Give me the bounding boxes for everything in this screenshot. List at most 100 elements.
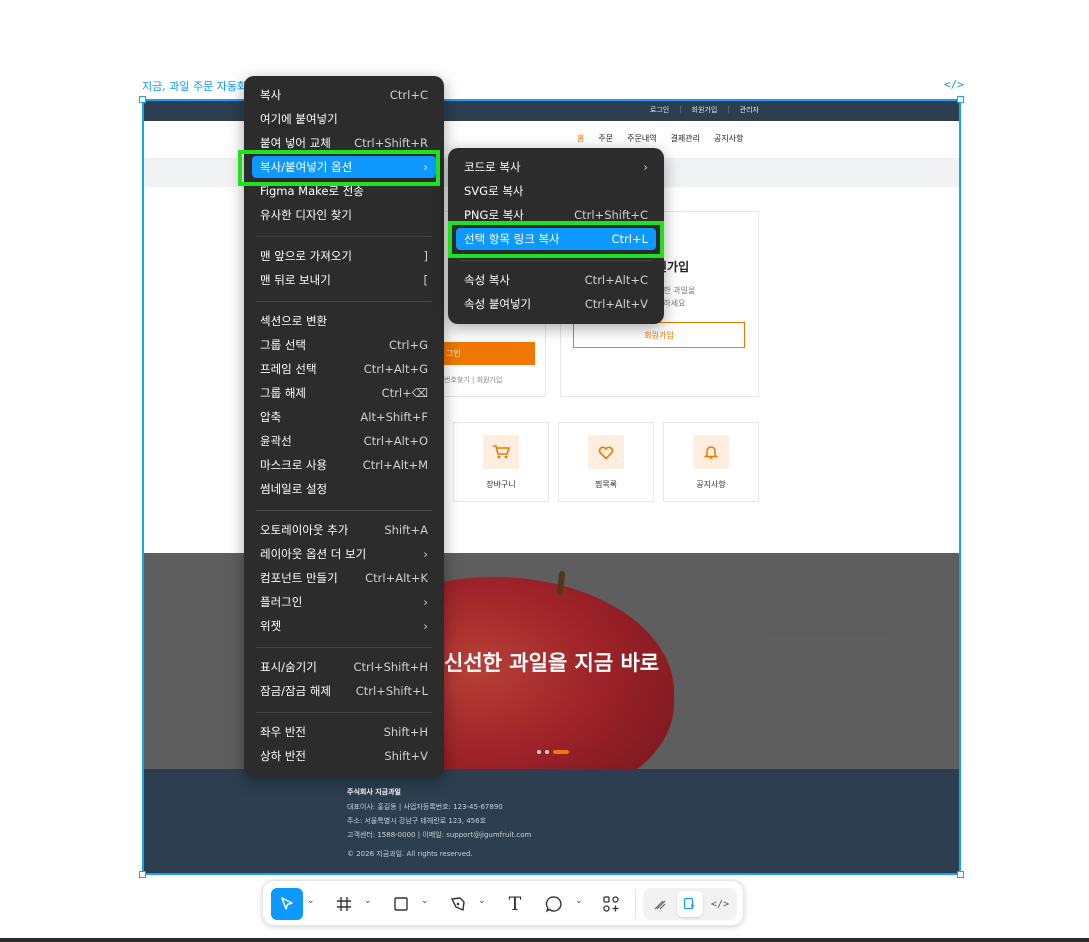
nav-items: 홈 주문 주문내역 결제관리 공지사항 [577,133,743,144]
chevron-down-icon[interactable]: ⌄ [478,896,486,906]
topbar-links: 로그인 | 회원가입 | 관리자 [650,105,759,115]
menu-label: 붙여 넣어 교체 [260,136,331,150]
menu-shortcut: Ctrl+G [388,338,428,352]
menu-item-flip-horizontal[interactable]: 좌우 반전 Shift+H [252,721,436,743]
resize-handle-tl[interactable] [139,96,146,103]
menu-label: 상하 반전 [260,749,306,763]
chevron-down-icon[interactable]: ⌄ [575,896,583,906]
bell-icon [693,435,729,469]
chevron-down-icon[interactable]: ⌄ [364,896,372,906]
text-tool-button[interactable]: T [500,888,530,920]
menu-label: 컴포넌트 만들기 [260,571,338,585]
menu-divider [460,260,652,261]
dev-mode-button[interactable]: </> [707,891,733,917]
move-icon [281,897,293,910]
menu-shortcut: [ [423,273,429,287]
text-icon: T [508,893,522,915]
menu-item-convert-section[interactable]: 섹션으로 변환 [252,310,436,332]
menu-shortcut: Ctrl+Shift+R [354,136,428,150]
menu-shortcut: Ctrl+Alt+V [584,297,648,311]
menu-item-plugins[interactable]: 플러그인 › [252,591,436,613]
menu-item-copy[interactable]: 복사 Ctrl+C [252,84,436,106]
footer-company: 주식회사 지금과일 [347,788,401,796]
menu-item-paste-here[interactable]: 여기에 붙여넣기 [252,108,436,130]
menu-label: 위젯 [260,619,282,633]
menu-label: 플러그인 [260,595,303,609]
nav-order-history: 주문내역 [627,134,657,143]
menu-item-ungroup[interactable]: 그룹 해제 Ctrl+⌫ [252,382,436,404]
menu-label: 여기에 붙여넣기 [260,112,338,126]
menu-item-show-hide[interactable]: 표시/숨기기 Ctrl+Shift+H [252,656,436,678]
frame-icon [337,897,351,911]
divider: | [679,105,682,113]
menu-label: SVG로 복사 [464,184,524,198]
menu-item-bring-to-front[interactable]: 맨 앞으로 가져오기] [252,245,436,267]
quick-card-wishlist: 찜목록 [558,422,654,502]
cart-icon [483,435,519,469]
comment-icon [545,896,562,913]
pen-icon [451,897,465,911]
menu-item-frame-selection[interactable]: 프레임 선택 Ctrl+Alt+G [252,358,436,380]
frame-tool-button[interactable] [329,888,359,920]
menu-item-flip-vertical[interactable]: 상하 반전 Shift+V [252,745,436,767]
submenu-item-copy-properties[interactable]: 속성 복사 Ctrl+Alt+C [456,269,656,291]
menu-shortcut: Ctrl+Shift+L [355,684,428,698]
login-button: 그인 [444,342,535,365]
menu-label: 속성 붙여넣기 [464,297,532,311]
carousel-dot-active [553,750,569,754]
nav-notice: 공지사항 [714,134,744,143]
menu-item-create-component[interactable]: 컴포넌트 만들기 Ctrl+Alt+K [252,567,436,589]
resize-handle-tr[interactable] [957,96,964,103]
menu-label: 섹션으로 변환 [260,314,328,328]
resize-handle-br[interactable] [957,871,964,878]
code-icon: </> [710,898,730,910]
draw-mode-button[interactable] [647,891,673,917]
design-mode-button[interactable] [677,891,703,917]
menu-item-use-as-mask[interactable]: 마스크로 사용 Ctrl+Alt+M [252,454,436,476]
highlight-box-copy-paste-options [238,150,440,186]
menu-shortcut: Ctrl+C [389,88,428,102]
code-view-icon[interactable]: </> [944,78,964,91]
menu-item-more-layout-options[interactable]: 레이아웃 옵션 더 보기 › [252,543,436,565]
carousel-dot [545,750,549,754]
rectangle-tool-button[interactable] [386,888,416,920]
menu-item-add-auto-layout[interactable]: 오토레이아웃 추가 Shift+A [252,519,436,541]
menu-label: 맨 뒤로 보내기 [260,273,331,287]
chevron-down-icon[interactable]: ⌄ [307,896,315,906]
menu-shortcut: Ctrl+Shift+C [574,208,648,222]
topbar-signup-link: 회원가입 [691,106,718,114]
submenu-item-copy-as-svg[interactable]: SVG로 복사 [456,180,656,202]
rectangle-icon [394,897,408,911]
menu-item-group-selection[interactable]: 그룹 선택 Ctrl+G [252,334,436,356]
resize-handle-bl[interactable] [139,871,146,878]
design-mode-icon [683,897,695,910]
highlight-box-copy-link [448,221,664,258]
menu-shortcut: Ctrl+Alt+K [365,571,428,585]
move-tool-button[interactable] [271,888,303,920]
chevron-down-icon[interactable]: ⌄ [421,896,429,906]
footer-copyright: © 2026 지금과일. All rights reserved. [347,850,473,858]
menu-label: 압축 [260,410,282,424]
menu-label: 코드로 복사 [464,160,521,174]
frame-label[interactable]: 지금, 과일 주문 자동화 [142,78,247,94]
menu-item-flatten[interactable]: 압축 Alt+Shift+F [252,406,436,428]
menu-shortcut: Alt+Shift+F [360,410,428,424]
signup-button: 회원가입 [573,322,745,348]
actions-tool-button[interactable] [596,888,626,920]
pen-tool-button[interactable] [443,888,473,920]
site-footer: 주식회사 지금과일 대표이사: 홍길동 | 사업자등록번호: 123-45-67… [144,769,959,873]
menu-item-widgets[interactable]: 위젯 › [252,615,436,637]
menu-item-set-thumbnail[interactable]: 썸네일로 설정 [252,478,436,500]
window-bottom-edge [0,938,1089,942]
menu-item-send-to-back[interactable]: 맨 뒤로 보내기 [ [252,269,436,291]
menu-item-lock-unlock[interactable]: 잠금/잠금 해제 Ctrl+Shift+L [252,680,436,702]
menu-item-outline[interactable]: 윤곽선 Ctrl+Alt+O [252,430,436,452]
menu-label: 마스크로 사용 [260,458,328,472]
menu-item-find-similar[interactable]: 유사한 디자인 찾기 [252,204,436,226]
submenu-item-paste-properties[interactable]: 속성 붙여넣기 Ctrl+Alt+V [456,293,656,315]
nav-order: 주문 [598,134,614,143]
comment-tool-button[interactable] [539,888,569,920]
menu-label: 속성 복사 [464,273,510,287]
submenu-item-copy-as-code[interactable]: 코드로 복사 › [456,156,656,178]
topbar-admin-link: 관리자 [739,106,759,114]
